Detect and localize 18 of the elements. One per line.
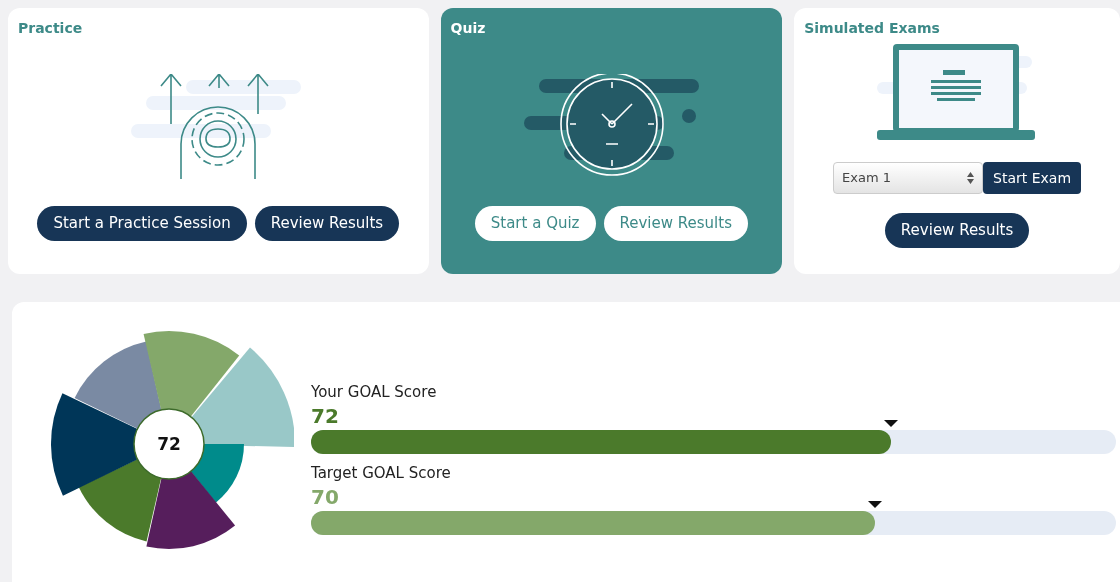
card-title: Simulated Exams <box>804 20 940 36</box>
start-button[interactable]: Start a Practice Session <box>37 206 247 241</box>
card-title: Practice <box>18 20 83 36</box>
card-title: Quiz <box>450 20 486 36</box>
exam-select[interactable]: Exam 1 <box>833 162 984 194</box>
center-score: 72 <box>157 434 181 454</box>
marker-icon <box>883 420 898 427</box>
score-label: Your GOAL Score <box>311 382 438 402</box>
stepper-icon <box>967 172 975 184</box>
score-value: 70 <box>311 485 339 509</box>
review-results-button[interactable]: Review Results <box>884 213 1030 248</box>
score-label: Target GOAL Score <box>311 463 452 483</box>
start-exam-button[interactable]: Start Exam <box>983 162 1082 194</box>
marker-icon <box>867 501 882 508</box>
review-results-button[interactable]: Review Results <box>603 206 748 241</box>
start-button[interactable]: Start a Quiz <box>474 206 596 241</box>
review-results-button[interactable]: Review Results <box>254 206 400 241</box>
score-value: 72 <box>311 404 339 428</box>
